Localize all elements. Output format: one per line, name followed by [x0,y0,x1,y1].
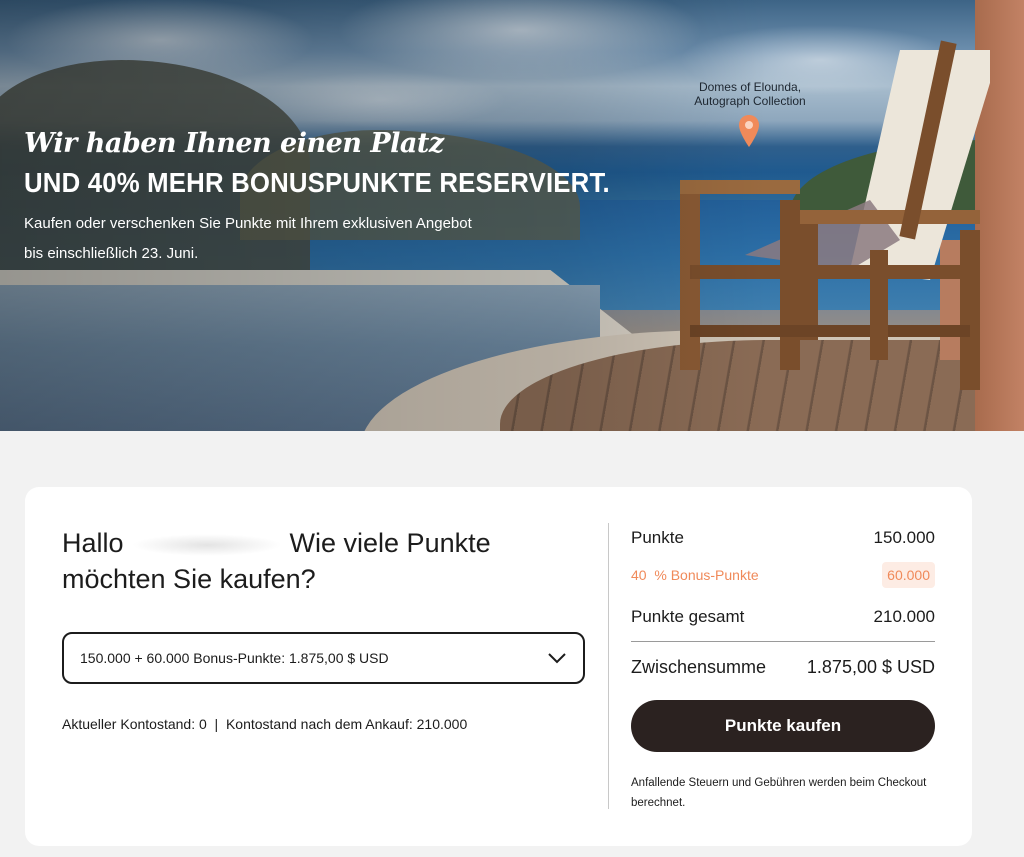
bonus-label: 40 % Bonus-Punkte [631,567,759,583]
hero-subline-1: Kaufen oder verschenken Sie Punkte mit I… [24,215,472,232]
chevron-down-icon [548,653,566,664]
vertical-divider [608,523,609,809]
bonus-value: 60.000 [882,562,935,588]
greeting-prefix: Hallo [62,528,124,558]
total-row: Punkte gesamt 210.000 [631,607,935,627]
total-value: 210.000 [873,607,935,626]
points-row: Punkte 150.000 [631,528,935,548]
location-line-2: Autograph Collection [694,94,806,108]
subtotal-label: Zwischensumme [631,657,767,677]
tax-note: Anfallende Steuern und Gebühren werden b… [631,777,927,809]
location-label: Domes of Elounda, Autograph Collection [686,80,814,108]
location-line-1: Domes of Elounda, [698,80,802,94]
hero-banner: Domes of Elounda, Autograph Collection W… [0,0,1024,431]
points-value: 150.000 [873,528,935,547]
bonus-row: 40 % Bonus-Punkte 60.000 [631,562,935,588]
points-package-select[interactable]: 150.000 + 60.000 Bonus-Punkte: 1.875,00 … [62,632,585,684]
points-package-selected: 150.000 + 60.000 Bonus-Punkte: 1.875,00 … [80,650,389,666]
hero-subline-2: bis einschließlich 23. Juni. [24,245,199,262]
location-pin-icon [739,115,759,147]
summary-divider [631,641,935,642]
hero-headline-italic: Wir haben Ihnen einen Platz [24,128,444,159]
buy-points-button[interactable]: Punkte kaufen [631,700,935,752]
hero-headline-caps: UND 40% MEHR BONUSPUNKTE RESERVIERT. [24,167,610,198]
purchase-card: Hallo Wie viele Punkte möchten Sie kaufen… [25,487,972,846]
balance-info: Aktueller Kontostand: 0 | Kontostand nac… [62,716,468,732]
total-label: Punkte gesamt [631,607,745,626]
subtotal-row: Zwischensumme 1.875,00 $ USD [631,657,935,678]
redacted-name [131,533,282,556]
subtotal-value: 1.875,00 $ USD [806,657,935,677]
greeting-heading: Hallo Wie viele Punkte möchten Sie kaufen… [62,525,542,597]
points-label: Punkte [631,528,684,547]
